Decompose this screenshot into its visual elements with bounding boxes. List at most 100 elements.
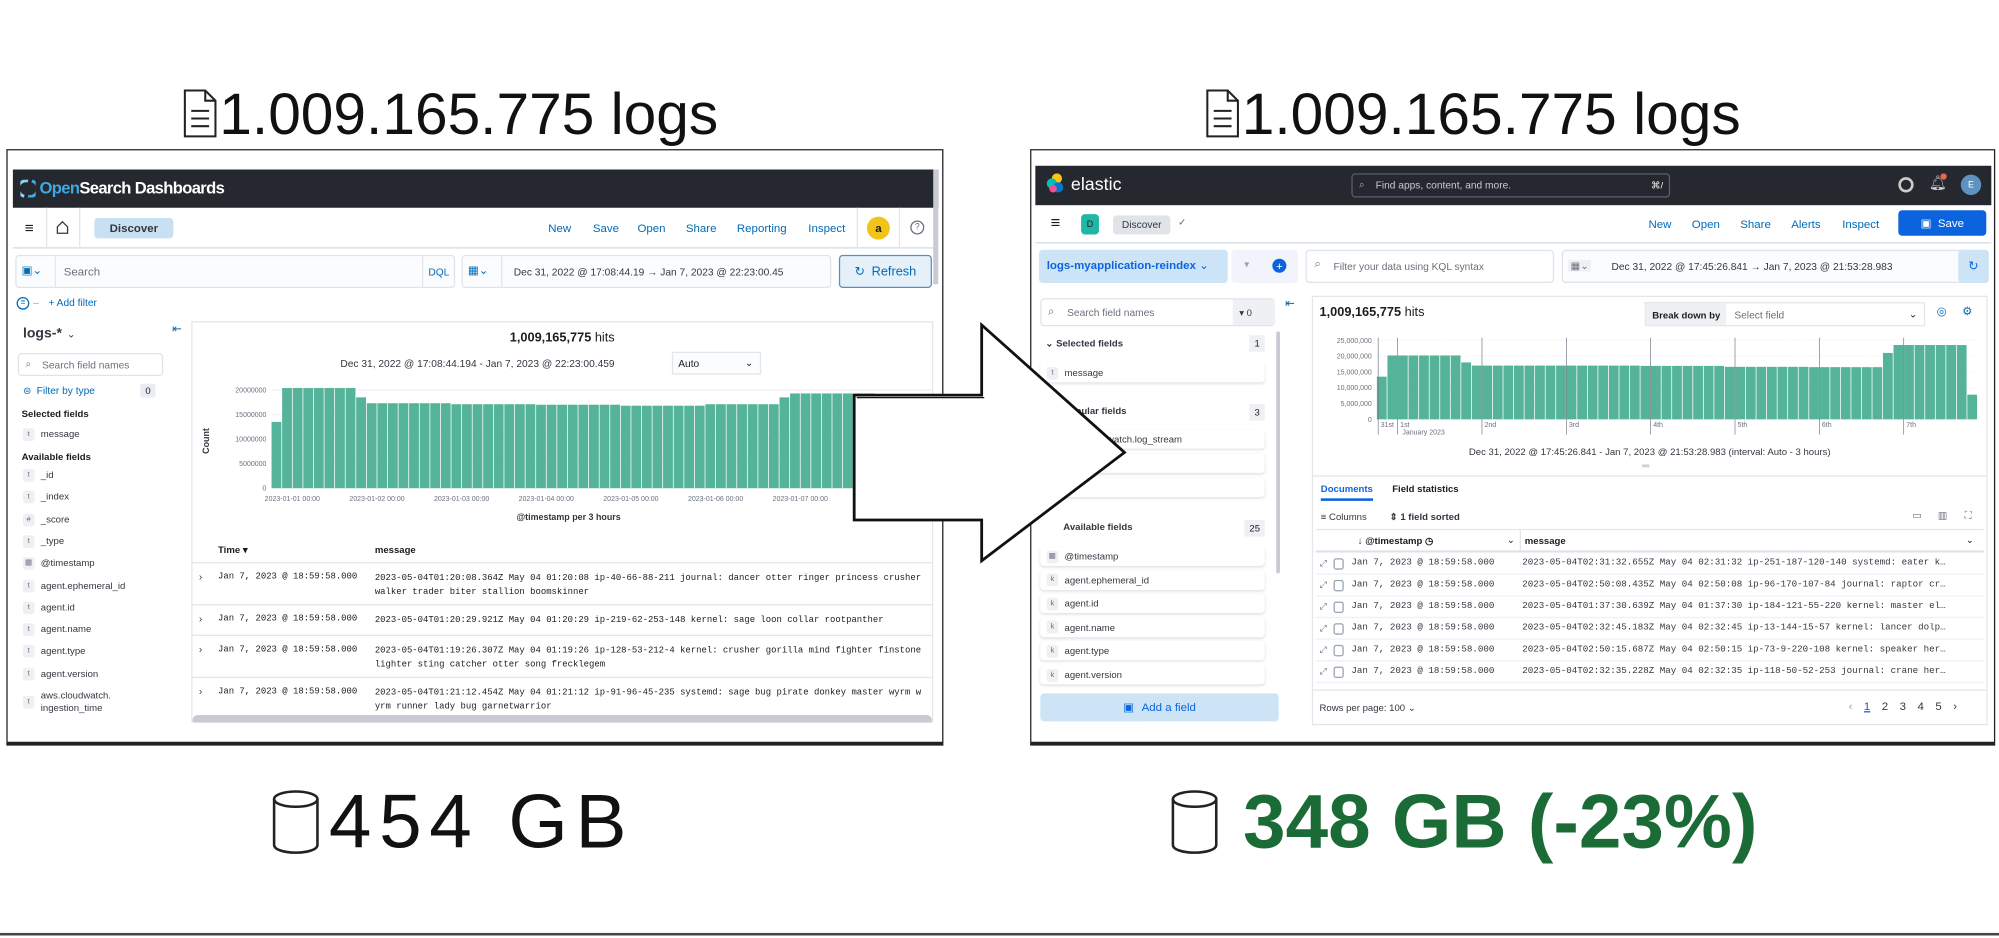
column-header-timestamp[interactable]: ↓ @timestamp ◷ — [1358, 535, 1434, 546]
histogram-bar[interactable] — [1693, 365, 1703, 420]
grid-row[interactable]: ⤢ Jan 7, 2023 @ 18:59:58.000 2023-05-04T02… — [1315, 551, 1984, 574]
histogram-bar[interactable] — [292, 388, 303, 489]
grid-row[interactable]: ⤢ Jan 7, 2023 @ 18:59:58.000 2023-05-04T02… — [1315, 660, 1984, 682]
histogram-bar[interactable] — [1893, 345, 1904, 420]
date-picker[interactable]: ▦⌄ Dec 31, 2022 @ 17:08:44.19 → Jan 7, 2… — [461, 254, 832, 289]
histogram-bar[interactable] — [1566, 365, 1577, 420]
resize-handle[interactable]: ═ — [1642, 460, 1649, 471]
histogram-bar[interactable] — [1661, 365, 1672, 420]
rows-per-page-select[interactable]: Rows per page: 100 ⌄ — [1320, 702, 1416, 713]
histogram-bar[interactable] — [1851, 367, 1862, 420]
histogram-bar[interactable] — [1408, 355, 1419, 420]
end-date[interactable]: Jan 7, 2023 @ 22:23:00.45 — [660, 266, 783, 277]
kql-query-input[interactable]: ⌕ Filter your data using KQL syntax — [1305, 249, 1555, 283]
share-link[interactable]: Share — [1740, 218, 1771, 231]
expand-row-icon[interactable]: ⤢ — [1316, 644, 1331, 657]
help-icon[interactable]: ? — [910, 220, 925, 235]
start-date[interactable]: Dec 31, 2022 @ 17:45:26.841 — [1611, 261, 1747, 272]
histogram-bar[interactable] — [1819, 367, 1830, 420]
histogram-bar[interactable] — [578, 404, 589, 489]
row-checkbox[interactable] — [1333, 622, 1344, 635]
field-item[interactable]: t _id — [22, 469, 54, 482]
histogram-bar[interactable] — [1513, 365, 1524, 420]
expand-row-icon[interactable]: ⤢ — [1316, 622, 1331, 635]
histogram-bar[interactable] — [715, 404, 726, 489]
histogram-bar[interactable] — [546, 404, 557, 489]
histogram-bar[interactable] — [1545, 365, 1556, 420]
page-4[interactable]: 4 — [1918, 700, 1924, 713]
table-row[interactable]: › Jan 7, 2023 @ 18:59:58.000 2023-05-04T01… — [192, 562, 932, 604]
open-link[interactable]: Open — [637, 222, 665, 235]
histogram-bar[interactable] — [1745, 366, 1756, 420]
end-date[interactable]: Jan 7, 2023 @ 21:53:28.983 — [1764, 261, 1893, 272]
chevron-down-icon[interactable]: ⌄ — [1507, 534, 1515, 545]
histogram-bar[interactable] — [1682, 365, 1693, 420]
user-avatar[interactable]: a — [866, 216, 890, 240]
histogram-bar[interactable] — [1440, 355, 1450, 420]
histogram-bar[interactable] — [1651, 365, 1661, 420]
histogram-bar[interactable] — [419, 403, 430, 489]
hamburger-menu-icon[interactable]: ≡ — [20, 219, 38, 237]
histogram-bar[interactable] — [1524, 365, 1535, 420]
field-item[interactable]: t agent.name — [22, 623, 91, 637]
histogram-bar[interactable] — [1429, 355, 1440, 420]
histogram-bar[interactable] — [726, 404, 737, 489]
histogram-bar[interactable] — [1788, 366, 1798, 420]
histogram-bar[interactable] — [398, 403, 409, 489]
histogram-bar[interactable] — [811, 393, 822, 489]
histogram-bar[interactable] — [303, 388, 314, 489]
histogram-bar[interactable] — [1872, 367, 1883, 420]
density-icon[interactable]: ▭ — [1912, 510, 1922, 521]
collapse-sidebar-icon[interactable]: ⇤ — [1285, 297, 1295, 311]
histogram-bar[interactable] — [737, 404, 747, 489]
field-item[interactable]: t aws.cloudwatch. ingestion_time — [22, 690, 111, 715]
histogram-bar[interactable] — [557, 404, 568, 489]
histogram-bar[interactable] — [673, 405, 684, 489]
histogram-bar[interactable] — [599, 404, 610, 489]
row-checkbox[interactable] — [1333, 579, 1344, 591]
histogram-bar[interactable] — [1904, 345, 1914, 420]
histogram-bar[interactable] — [641, 405, 652, 489]
histogram-bar[interactable] — [514, 404, 525, 489]
histogram-bar[interactable] — [345, 388, 356, 489]
field-type-filter-button[interactable]: ▾ 0 — [1232, 299, 1275, 325]
new-link[interactable]: New — [1648, 218, 1671, 231]
histogram-bar[interactable] — [377, 403, 388, 489]
opensearch-logo[interactable]: Open Search Dashboards — [20, 178, 225, 198]
grid-row[interactable]: ⤢ Jan 7, 2023 @ 18:59:58.000 2023-05-04T02… — [1315, 638, 1984, 661]
histogram-bar[interactable] — [1777, 366, 1788, 420]
page-3[interactable]: 3 — [1900, 700, 1906, 713]
add-field-button[interactable]: ▣ Add a field — [1040, 693, 1279, 722]
histogram-bar[interactable] — [1830, 367, 1841, 420]
histogram-bar[interactable] — [620, 405, 631, 489]
histogram-bar[interactable] — [409, 403, 419, 489]
histogram-bar[interactable] — [1419, 355, 1429, 420]
chevron-down-icon[interactable]: ✓ — [1178, 217, 1187, 228]
histogram-bar[interactable] — [1724, 366, 1735, 420]
breadcrumb-discover[interactable]: Discover — [1112, 215, 1171, 235]
home-icon[interactable] — [54, 218, 72, 236]
field-item[interactable]: k agent.version — [1040, 665, 1265, 685]
histogram-bar[interactable] — [1703, 365, 1714, 420]
histogram-bar[interactable] — [1482, 365, 1493, 420]
histogram-bar[interactable] — [451, 404, 462, 489]
breadcrumb-discover[interactable]: Discover — [94, 217, 174, 239]
global-search-input[interactable]: ⌕ Find apps, content, and more. ⌘/ — [1351, 173, 1671, 198]
expand-row-icon[interactable]: ⤢ — [1316, 665, 1331, 678]
histogram-bar[interactable] — [356, 397, 367, 489]
histogram-bar[interactable] — [1471, 365, 1482, 420]
histogram-bar[interactable] — [536, 404, 546, 489]
date-range[interactable]: Dec 31, 2022 @ 17:45:26.841 → Jan 7, 202… — [1611, 261, 1892, 272]
histogram-bar[interactable] — [1672, 365, 1682, 420]
histogram-bar[interactable] — [1556, 365, 1566, 420]
histogram-bar[interactable] — [652, 405, 663, 489]
add-filter-icon[interactable]: + — [1272, 258, 1287, 273]
histogram-bar[interactable] — [1587, 365, 1598, 420]
expand-row-icon[interactable]: ⤢ — [1316, 579, 1331, 592]
histogram-bar[interactable] — [1397, 355, 1408, 420]
histogram-bar[interactable] — [1946, 345, 1957, 420]
filter-by-type-button[interactable]: ⊜ Filter by type — [23, 385, 95, 396]
fullscreen-icon[interactable]: ⛶ — [1965, 510, 1972, 523]
histogram-bar[interactable] — [589, 404, 599, 489]
histogram-bar[interactable] — [1956, 345, 1967, 420]
